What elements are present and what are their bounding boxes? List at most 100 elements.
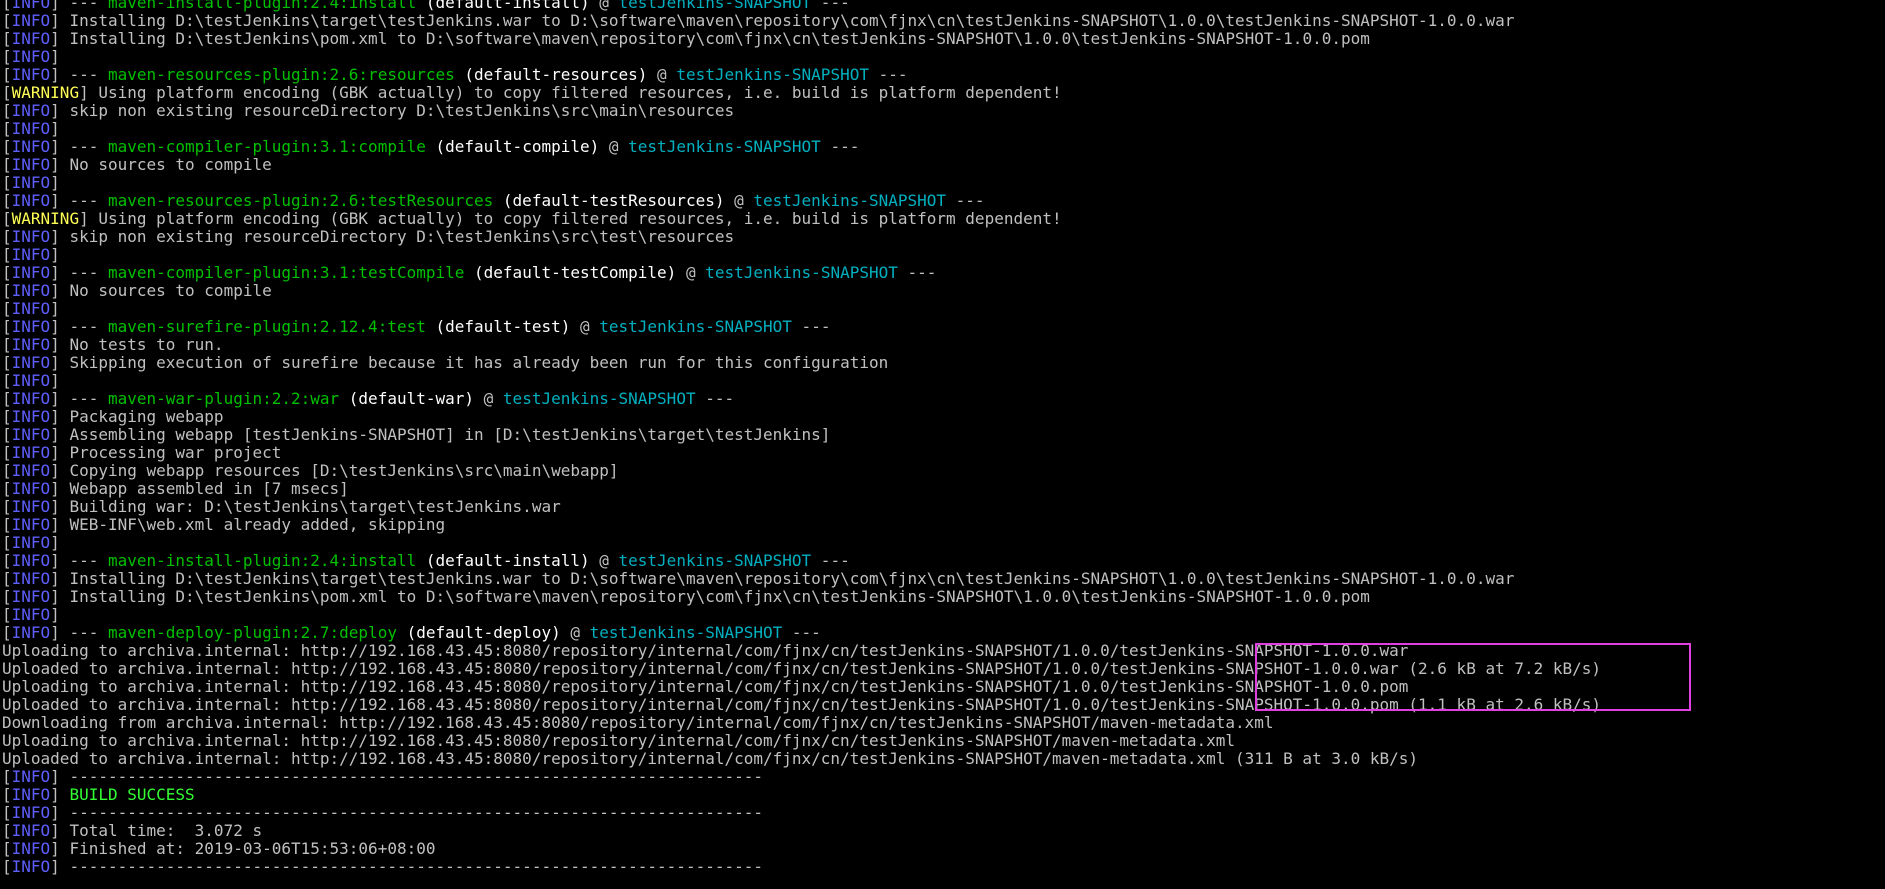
- info-level: INFO: [11, 29, 51, 48]
- log-text: Using platform encoding (GBK actually) t…: [98, 83, 1062, 102]
- bracket-text: ]: [50, 803, 70, 822]
- execution-id: (default-resources): [454, 65, 648, 84]
- log-text: @: [474, 389, 503, 408]
- bracket-text: ]: [50, 857, 70, 876]
- log-text: ---: [820, 137, 860, 156]
- bracket-text: [: [2, 623, 12, 642]
- execution-id: (default-compile): [425, 137, 600, 156]
- info-level: INFO: [11, 443, 51, 462]
- console-line: [INFO] No sources to compile: [2, 282, 1601, 300]
- info-level: INFO: [11, 245, 51, 264]
- console-line: [INFO]: [2, 372, 1601, 390]
- info-level: INFO: [11, 425, 51, 444]
- bracket-text: ]: [50, 29, 70, 48]
- bracket-text: [: [2, 551, 12, 570]
- bracket-text: [: [2, 119, 12, 138]
- info-level: INFO: [11, 371, 51, 390]
- info-level: INFO: [11, 587, 51, 606]
- info-level: INFO: [11, 281, 51, 300]
- console-line: [INFO] No tests to run.: [2, 336, 1601, 354]
- bracket-text: [: [2, 191, 12, 210]
- console-line: [INFO] --- maven-resources-plugin:2.6:te…: [2, 192, 1601, 210]
- info-level: INFO: [11, 137, 51, 156]
- console-line: [INFO] ---------------------------------…: [2, 804, 1601, 822]
- project-name: testJenkins-SNAPSHOT: [599, 317, 792, 336]
- bracket-text: ]: [50, 443, 70, 462]
- bracket-text: ] ---: [50, 65, 108, 84]
- console-line: [INFO] Building war: D:\testJenkins\targ…: [2, 498, 1601, 516]
- bracket-text: ]: [50, 587, 70, 606]
- bracket-text: [: [2, 299, 12, 318]
- info-level: INFO: [11, 605, 51, 624]
- plugin-name: maven-war-plugin:2.2:war: [107, 389, 340, 408]
- log-text: ---: [946, 191, 985, 210]
- bracket-text: ]: [50, 605, 60, 624]
- execution-id: (default-test): [425, 317, 571, 336]
- console-line: [INFO] Installing D:\testJenkins\pom.xml…: [2, 30, 1601, 48]
- bracket-text: [: [2, 173, 12, 192]
- log-text: Copying webapp resources [D:\testJenkins…: [69, 461, 619, 480]
- info-level: INFO: [11, 551, 51, 570]
- bracket-text: [: [2, 785, 12, 804]
- console-line: [INFO] --- maven-install-plugin:2.4:inst…: [2, 552, 1601, 570]
- log-text: Uploaded to archiva.internal: http://192…: [2, 659, 1602, 678]
- info-level: INFO: [11, 407, 51, 426]
- info-level: INFO: [11, 803, 51, 822]
- bracket-text: [: [2, 29, 12, 48]
- bracket-text: ]: [50, 227, 70, 246]
- console-line: [INFO] Assembling webapp [testJenkins-SN…: [2, 426, 1601, 444]
- info-level: INFO: [11, 353, 51, 372]
- bracket-text: ]: [50, 569, 70, 588]
- bracket-text: [: [2, 407, 12, 426]
- console-line: [INFO] skip non existing resourceDirecto…: [2, 102, 1601, 120]
- terminal-window[interactable]: [INFO] --- maven-install-plugin:2.4:inst…: [0, 0, 1885, 889]
- info-level: INFO: [11, 389, 51, 408]
- plugin-name: maven-resources-plugin:2.6:resources: [107, 65, 455, 84]
- log-text: ----------------------------------------…: [69, 803, 763, 822]
- bracket-text: ]: [79, 209, 99, 228]
- info-level: INFO: [11, 533, 51, 552]
- console-line: Uploaded to archiva.internal: http://192…: [2, 750, 1601, 768]
- console-line: [INFO] --- maven-war-plugin:2.2:war (def…: [2, 390, 1601, 408]
- bracket-text: ]: [50, 767, 70, 786]
- bracket-text: [: [2, 65, 12, 84]
- bracket-text: [: [2, 389, 12, 408]
- console-line: [INFO] ---------------------------------…: [2, 858, 1601, 876]
- bracket-text: [: [2, 605, 12, 624]
- console-line: Uploading to archiva.internal: http://19…: [2, 732, 1601, 750]
- log-text: ----------------------------------------…: [69, 857, 763, 876]
- bracket-text: [: [2, 281, 12, 300]
- bracket-text: ]: [50, 821, 70, 840]
- info-level: INFO: [11, 839, 51, 858]
- log-text: @: [724, 191, 754, 210]
- log-text: ----------------------------------------…: [69, 767, 763, 786]
- bracket-text: ] ---: [50, 263, 108, 282]
- bracket-text: ]: [50, 515, 70, 534]
- plugin-name: maven-surefire-plugin:2.12.4:test: [107, 317, 426, 336]
- bracket-text: ]: [50, 245, 60, 264]
- bracket-text: [: [2, 47, 12, 66]
- log-text: Using platform encoding (GBK actually) t…: [98, 209, 1062, 228]
- log-text: Skipping execution of surefire because i…: [69, 353, 889, 372]
- bracket-text: ]: [50, 371, 60, 390]
- bracket-text: [: [2, 137, 12, 156]
- bracket-text: [: [2, 101, 12, 120]
- log-text: Assembling webapp [testJenkins-SNAPSHOT]…: [69, 425, 831, 444]
- bracket-text: [: [2, 803, 12, 822]
- log-text: Packaging webapp: [69, 407, 224, 426]
- console-line: [INFO]: [2, 174, 1601, 192]
- console-line: Uploading to archiva.internal: http://19…: [2, 678, 1601, 696]
- project-name: testJenkins-SNAPSHOT: [705, 263, 898, 282]
- console-line: Uploaded to archiva.internal: http://192…: [2, 696, 1601, 714]
- info-level: INFO: [11, 191, 51, 210]
- console-line: [INFO] Total time: 3.072 s: [2, 822, 1601, 840]
- execution-id: (default-testCompile): [464, 263, 677, 282]
- bracket-text: ] ---: [50, 317, 108, 336]
- info-level: INFO: [11, 515, 51, 534]
- log-text: ---: [897, 263, 937, 282]
- info-level: INFO: [11, 173, 51, 192]
- log-text: Installing D:\testJenkins\pom.xml to D:\…: [69, 587, 1370, 606]
- bracket-text: [: [2, 245, 12, 264]
- bracket-text: [: [2, 443, 12, 462]
- execution-id: (default-deploy): [396, 623, 561, 642]
